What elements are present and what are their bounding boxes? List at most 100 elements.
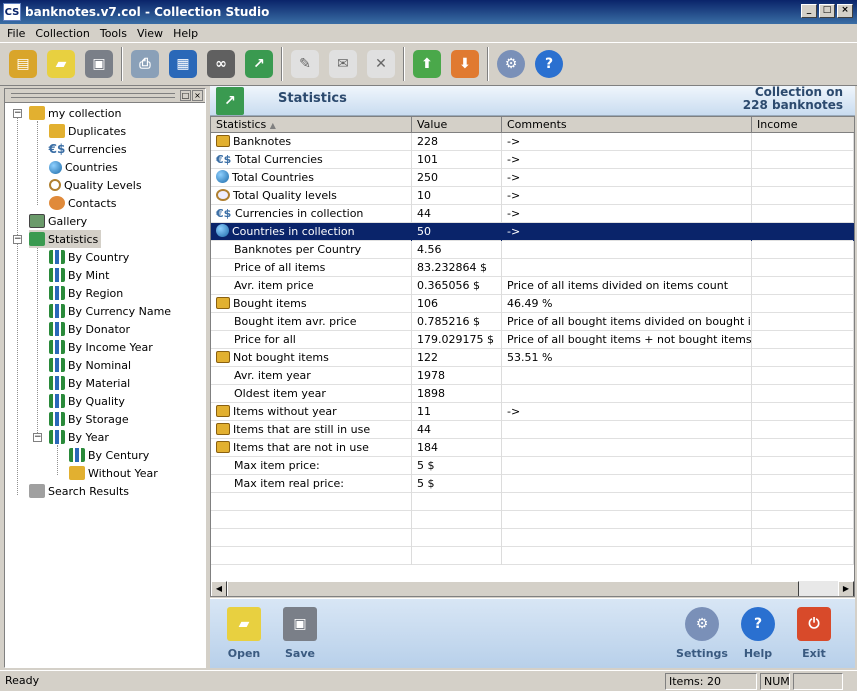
- expand-toggle[interactable]: −: [33, 433, 42, 442]
- delete-page-icon: ✕: [367, 50, 395, 78]
- tree-node-currencies[interactable]: €$ Currencies: [49, 140, 127, 158]
- column-header-income[interactable]: Income: [752, 117, 854, 133]
- tb-find-button[interactable]: ∞: [202, 45, 240, 83]
- tree-node-countries[interactable]: Countries: [49, 158, 118, 176]
- expand-toggle[interactable]: −: [13, 109, 22, 118]
- scroll-left-icon[interactable]: ◀: [211, 581, 227, 596]
- tree-node-duplicates[interactable]: Duplicates: [49, 122, 126, 140]
- tree-node-statistics[interactable]: Statistics: [29, 230, 102, 248]
- column-header-comments[interactable]: Comments: [502, 117, 752, 133]
- table-row[interactable]: Items that are still in use 44: [211, 421, 854, 439]
- table-row[interactable]: Total Quality levels 10 ->: [211, 187, 854, 205]
- tree-node-by-storage[interactable]: By Storage: [49, 410, 129, 428]
- open-button[interactable]: ▰ Open: [216, 607, 272, 660]
- tb-edit-button[interactable]: ✎: [286, 45, 324, 83]
- tree-node-without-year[interactable]: Without Year: [69, 464, 158, 482]
- menu-collection[interactable]: Collection: [30, 27, 94, 40]
- exit-button[interactable]: ⏻ Exit: [786, 607, 842, 660]
- table-row[interactable]: Oldest item year 1898: [211, 385, 854, 403]
- table-row[interactable]: Bought item avr. price 0.785216 $ Price of…: [211, 313, 854, 331]
- tree-node-quality-levels[interactable]: Quality Levels: [49, 176, 142, 194]
- close-button[interactable]: ×: [837, 4, 853, 18]
- cell-comment: [502, 241, 752, 259]
- tb-print-button[interactable]: ⎙: [126, 45, 164, 83]
- menu-tools[interactable]: Tools: [95, 27, 132, 40]
- tb-statistics-button[interactable]: ↗: [240, 45, 278, 83]
- tree-node-by-donator[interactable]: By Donator: [49, 320, 130, 338]
- column-header-statistics[interactable]: Statistics ▲: [211, 117, 412, 133]
- menu-view[interactable]: View: [132, 27, 168, 40]
- cell-income: [752, 223, 854, 241]
- save-button[interactable]: ▣ Save: [272, 607, 328, 660]
- panel-restore-icon[interactable]: □: [180, 90, 191, 101]
- tree-node-by-material[interactable]: By Material: [49, 374, 130, 392]
- tree-node-contacts[interactable]: Contacts: [49, 194, 117, 212]
- tree-node-by-income-year[interactable]: By Income Year: [49, 338, 153, 356]
- horizontal-scrollbar[interactable]: ◀ ▶: [211, 580, 854, 596]
- table-row[interactable]: Total Countries 250 ->: [211, 169, 854, 187]
- tree-node-by-nominal[interactable]: By Nominal: [49, 356, 131, 374]
- cell-value: 10: [412, 187, 502, 205]
- menu-file[interactable]: File: [2, 27, 30, 40]
- tree-node-by-country[interactable]: By Country: [49, 248, 129, 266]
- tb-save-button[interactable]: ▣: [80, 45, 118, 83]
- table-row[interactable]: €$ Total Currencies 101 ->: [211, 151, 854, 169]
- table-row[interactable]: Max item price: 5 $: [211, 457, 854, 475]
- tree-node-by-currency-name[interactable]: By Currency Name: [49, 302, 171, 320]
- panel-close-icon[interactable]: ×: [192, 90, 203, 101]
- table-row[interactable]: Avr. item year 1978: [211, 367, 854, 385]
- table-row[interactable]: Banknotes per Country 4.56: [211, 241, 854, 259]
- table-row[interactable]: Price for all 179.029175 $ Price of all bo…: [211, 331, 854, 349]
- tree-node-by-quality[interactable]: By Quality: [49, 392, 125, 410]
- book-icon: [216, 441, 230, 453]
- cell-statistic-label: Total Countries: [232, 171, 314, 184]
- table-row[interactable]: Avr. item price 0.365056 $ Price of all it…: [211, 277, 854, 295]
- cell-statistic: Avr. item year: [211, 367, 412, 385]
- table-row[interactable]: Bought items 106 46.49 %: [211, 295, 854, 313]
- table-row[interactable]: [211, 511, 854, 529]
- table-row[interactable]: Banknotes 228 ->: [211, 133, 854, 151]
- tree-node-by-century[interactable]: By Century: [69, 446, 149, 464]
- table-row[interactable]: €$ Currencies in collection 44 ->: [211, 205, 854, 223]
- expand-toggle[interactable]: −: [13, 235, 22, 244]
- tree-node-gallery[interactable]: Gallery: [29, 212, 87, 230]
- tb-save-as-button[interactable]: ▦: [164, 45, 202, 83]
- tb-import-button[interactable]: ⬆: [408, 45, 446, 83]
- table-row[interactable]: Items without year 11 ->: [211, 403, 854, 421]
- tree-node-by-year[interactable]: By Year: [49, 428, 109, 446]
- table-row[interactable]: [211, 529, 854, 547]
- tb-new-collection-button[interactable]: ▤: [4, 45, 42, 83]
- table-row[interactable]: [211, 547, 854, 565]
- tree-node-search-results[interactable]: Search Results: [29, 482, 129, 500]
- minimize-button[interactable]: _: [801, 4, 817, 18]
- export-arrow-icon: ⬇: [451, 50, 479, 78]
- bar-chart-icon: [49, 304, 65, 318]
- tb-export-button[interactable]: ⬇: [446, 45, 484, 83]
- table-row[interactable]: Max item real price: 5 $: [211, 475, 854, 493]
- tb-settings-button[interactable]: ⚙: [492, 45, 530, 83]
- scrollbar-thumb[interactable]: [227, 581, 799, 596]
- cell-comment: Price of all items divided on items coun…: [502, 277, 752, 295]
- tb-help-button[interactable]: ?: [530, 45, 568, 83]
- maximize-button[interactable]: □: [819, 4, 835, 18]
- scroll-right-icon[interactable]: ▶: [838, 581, 854, 596]
- menu-help[interactable]: Help: [168, 27, 203, 40]
- table-row[interactable]: Price of all items 83.232864 $: [211, 259, 854, 277]
- tree-node-by-region[interactable]: By Region: [49, 284, 123, 302]
- tb-comment-button[interactable]: ✉: [324, 45, 362, 83]
- tree-node-by-mint[interactable]: By Mint: [49, 266, 109, 284]
- tree-node-my-collection[interactable]: my collection: [29, 104, 122, 122]
- settings-button[interactable]: ⚙ Settings: [674, 607, 730, 660]
- help-button[interactable]: ? Help: [730, 607, 786, 660]
- cell-value: 83.232864 $: [412, 259, 502, 277]
- tb-open-button[interactable]: ▰: [42, 45, 80, 83]
- tb-delete-button[interactable]: ✕: [362, 45, 400, 83]
- cell-comment: [502, 421, 752, 439]
- table-row[interactable]: Items that are not in use 184: [211, 439, 854, 457]
- column-header-value[interactable]: Value: [412, 117, 502, 133]
- table-row[interactable]: [211, 493, 854, 511]
- cell-income: [752, 313, 854, 331]
- table-row[interactable]: Not bought items 122 53.51 %: [211, 349, 854, 367]
- table-row[interactable]: Countries in collection 50 ->: [211, 223, 854, 241]
- currency-icon: €$: [216, 207, 232, 220]
